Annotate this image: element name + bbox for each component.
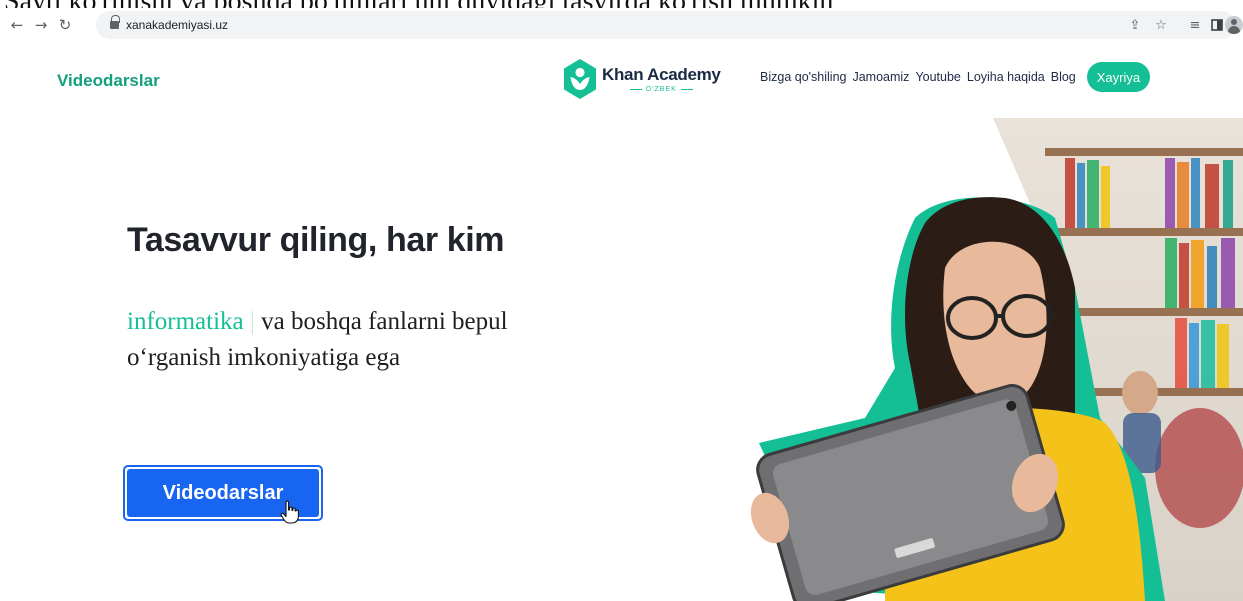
hero-rotating-subject: informatika [127,308,244,335]
nav-link-team[interactable]: Jamoamiz [852,70,909,84]
nav-link-blog[interactable]: Blog [1051,70,1076,84]
khan-academy-logo[interactable]: Khan Academy O'ZBEK [562,57,721,101]
hero-title: Tasavvur qiling, har kim [127,221,505,259]
forward-arrow-icon[interactable]: → [30,14,52,36]
hero-subtitle: informatika | va boshqa fanlarni bepul o… [127,304,607,376]
logo-name: Khan Academy [602,65,721,84]
reading-list-icon[interactable]: ≡ [1186,16,1204,34]
hand-cursor-icon [280,500,299,524]
browser-toolbar: ← → ↻ xanakademiyasi.uz ⇪ ☆ ≡ [0,8,1243,42]
url-text[interactable]: xanakademiyasi.uz [126,18,228,32]
cropped-document-text: Sayti ko'rinishi va boshqa bo'limlari un… [0,0,1243,8]
address-bar[interactable]: xanakademiyasi.uz ⇪ ☆ ≡ [96,11,1236,39]
lock-icon[interactable] [110,15,120,30]
bookmark-star-icon[interactable]: ☆ [1152,16,1170,34]
reload-icon[interactable]: ↻ [54,14,76,36]
main-navigation: Bizga qo'shiling Jamoamiz Youtube Loyiha… [760,62,1151,92]
nav-link-youtube[interactable]: Youtube [915,70,960,84]
side-panel-icon[interactable] [1208,16,1226,34]
donate-button[interactable]: Xayriya [1086,62,1151,92]
videodarslar-header-link[interactable]: Videodarslar [57,71,160,91]
logo-subtitle: O'ZBEK [629,86,693,93]
back-arrow-icon[interactable]: ← [6,14,28,36]
nav-link-about[interactable]: Loyiha haqida [967,70,1045,84]
profile-icon[interactable] [1225,16,1243,34]
nav-link-join[interactable]: Bizga qo'shiling [760,70,846,84]
hero-girl-with-tablet-image [750,118,1243,601]
share-icon[interactable]: ⇪ [1126,16,1144,34]
khan-academy-hexagon-icon [564,59,596,99]
